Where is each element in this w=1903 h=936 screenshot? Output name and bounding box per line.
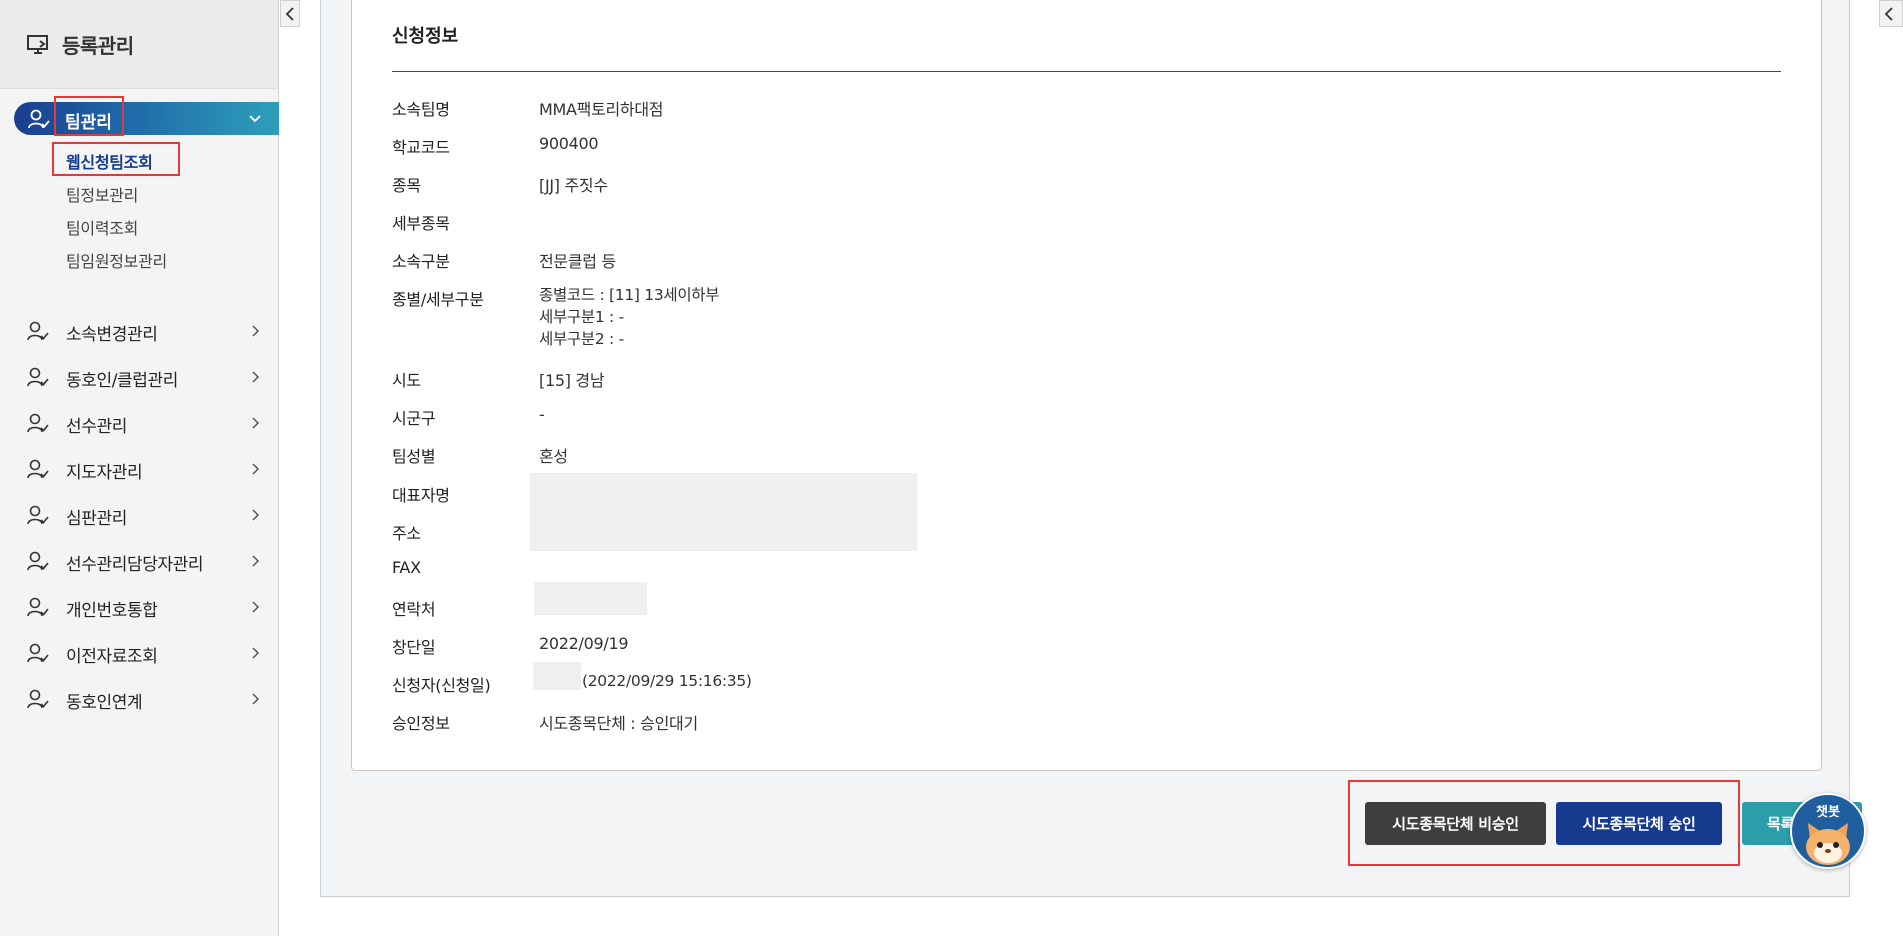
- user-check-icon: [27, 597, 49, 617]
- field-value-sport: [JJ] 주짓수: [539, 176, 608, 195]
- field-label: 세부종목: [392, 214, 450, 233]
- chevron-right-icon: [252, 601, 260, 613]
- chevron-down-icon: [249, 115, 261, 123]
- user-check-icon: [28, 109, 50, 129]
- field-label: 소속구분: [392, 252, 450, 271]
- field-value-founded-date: 2022/09/19: [539, 634, 629, 653]
- sidebar: 등록관리 팀관리 웹신청팀조회 팀정보관리 팀이력조회 팀임원정보관리 소속변경…: [0, 0, 279, 936]
- chevron-right-icon: [252, 463, 260, 475]
- user-check-icon: [27, 321, 49, 341]
- sidebar-item-personal-number-merge[interactable]: 개인번호통합: [0, 592, 278, 622]
- field-label: 소속팀명: [392, 100, 450, 119]
- field-label: 주소: [392, 524, 421, 543]
- chatbot-mascot-icon: [1806, 823, 1850, 865]
- field-label: 시군구: [392, 409, 436, 428]
- sub-item-team-info[interactable]: 팀정보관리: [66, 182, 138, 206]
- chevron-right-icon: [252, 325, 260, 337]
- chevron-right-icon: [252, 509, 260, 521]
- sidebar-item-label: 이전자료조회: [66, 647, 158, 667]
- sidebar-item-label: 지도자관리: [66, 463, 143, 483]
- sidebar-item-legacy-data[interactable]: 이전자료조회: [0, 638, 278, 668]
- redacted-block: [534, 582, 647, 615]
- user-check-icon: [27, 689, 49, 709]
- highlight-box: [54, 96, 124, 136]
- field-value-category: 종별코드 : [11] 13세이하부 세부구분1 : - 세부구분2 : -: [539, 284, 720, 350]
- chevron-right-icon: [252, 371, 260, 383]
- field-label: 시도: [392, 371, 421, 390]
- user-check-icon: [27, 459, 49, 479]
- monitor-icon: [27, 35, 48, 54]
- sidebar-item-players[interactable]: 선수관리: [0, 408, 278, 438]
- sub-item-team-officers[interactable]: 팀임원정보관리: [66, 248, 167, 272]
- user-check-icon: [27, 413, 49, 433]
- title-divider: [392, 71, 1781, 72]
- sidebar-item-label: 동호인연계: [66, 693, 143, 713]
- redacted-block: [533, 662, 581, 690]
- sidebar-item-label: 선수관리담당자관리: [66, 555, 204, 575]
- sidebar-item-club-link[interactable]: 동호인연계: [0, 684, 278, 714]
- field-value-approval-status: 시도종목단체 : 승인대기: [539, 714, 698, 733]
- right-panel-toggle[interactable]: [1879, 0, 1903, 27]
- sidebar-item-label: 심판관리: [66, 509, 127, 529]
- chevron-right-icon: [252, 693, 260, 705]
- reject-button[interactable]: 시도종목단체 비승인: [1365, 802, 1546, 845]
- chevron-right-icon: [252, 555, 260, 567]
- chevron-right-icon: [252, 647, 260, 659]
- category-line: 세부구분1 : -: [539, 308, 624, 326]
- approve-button[interactable]: 시도종목단체 승인: [1556, 802, 1722, 845]
- user-check-icon: [27, 505, 49, 525]
- sidebar-item-player-managers[interactable]: 선수관리담당자관리: [0, 546, 278, 576]
- sidebar-item-label: 소속변경관리: [66, 325, 158, 345]
- sidebar-collapse-toggle[interactable]: [280, 0, 300, 27]
- sidebar-title: 등록관리: [62, 34, 134, 58]
- user-check-icon: [27, 551, 49, 571]
- field-label: 승인정보: [392, 714, 450, 733]
- sidebar-item-label: 동호인/클럽관리: [66, 371, 179, 391]
- field-value-province: [15] 경남: [539, 371, 605, 390]
- category-line: 세부구분2 : -: [539, 330, 624, 348]
- field-value-team-gender: 혼성: [539, 447, 568, 466]
- card-title: 신청정보: [392, 26, 459, 47]
- category-line: 종별코드 : [11] 13세이하부: [539, 286, 720, 304]
- chevron-left-icon: [1884, 7, 1893, 21]
- field-label: FAX: [392, 558, 421, 577]
- chevron-left-icon: [285, 7, 294, 21]
- sub-item-team-history[interactable]: 팀이력조회: [66, 215, 138, 239]
- field-label: 종목: [392, 176, 421, 195]
- field-value-applicant-date: (2022/09/29 15:16:35): [582, 672, 752, 690]
- field-label: 연락처: [392, 600, 436, 619]
- sidebar-item-referees[interactable]: 심판관리: [0, 500, 278, 530]
- highlight-box: [52, 142, 180, 176]
- sidebar-item-affiliation-change[interactable]: 소속변경관리: [0, 316, 278, 346]
- field-label: 학교코드: [392, 138, 450, 157]
- field-label: 종별/세부구분: [392, 290, 484, 309]
- field-value-school-code: 900400: [539, 134, 599, 153]
- sidebar-item-coaches[interactable]: 지도자관리: [0, 454, 278, 484]
- field-label: 신청자(신청일): [392, 676, 491, 695]
- user-check-icon: [27, 367, 49, 387]
- field-label: 창단일: [392, 638, 436, 657]
- field-label: 팀성별: [392, 447, 436, 466]
- field-label: 대표자명: [392, 486, 450, 505]
- sidebar-item-label: 개인번호통합: [66, 601, 158, 621]
- user-check-icon: [27, 643, 49, 663]
- sidebar-item-label: 선수관리: [66, 417, 127, 437]
- redacted-block: [530, 473, 917, 551]
- field-value-team-name: MMA팩토리하대점: [539, 100, 664, 119]
- chevron-right-icon: [252, 417, 260, 429]
- sidebar-header: 등록관리: [0, 0, 278, 89]
- field-value-district: -: [539, 405, 545, 424]
- sidebar-item-club[interactable]: 동호인/클럽관리: [0, 362, 278, 392]
- field-value-affiliation-type: 전문클럽 등: [539, 252, 616, 271]
- chatbot-button[interactable]: 챗봇: [1790, 793, 1866, 869]
